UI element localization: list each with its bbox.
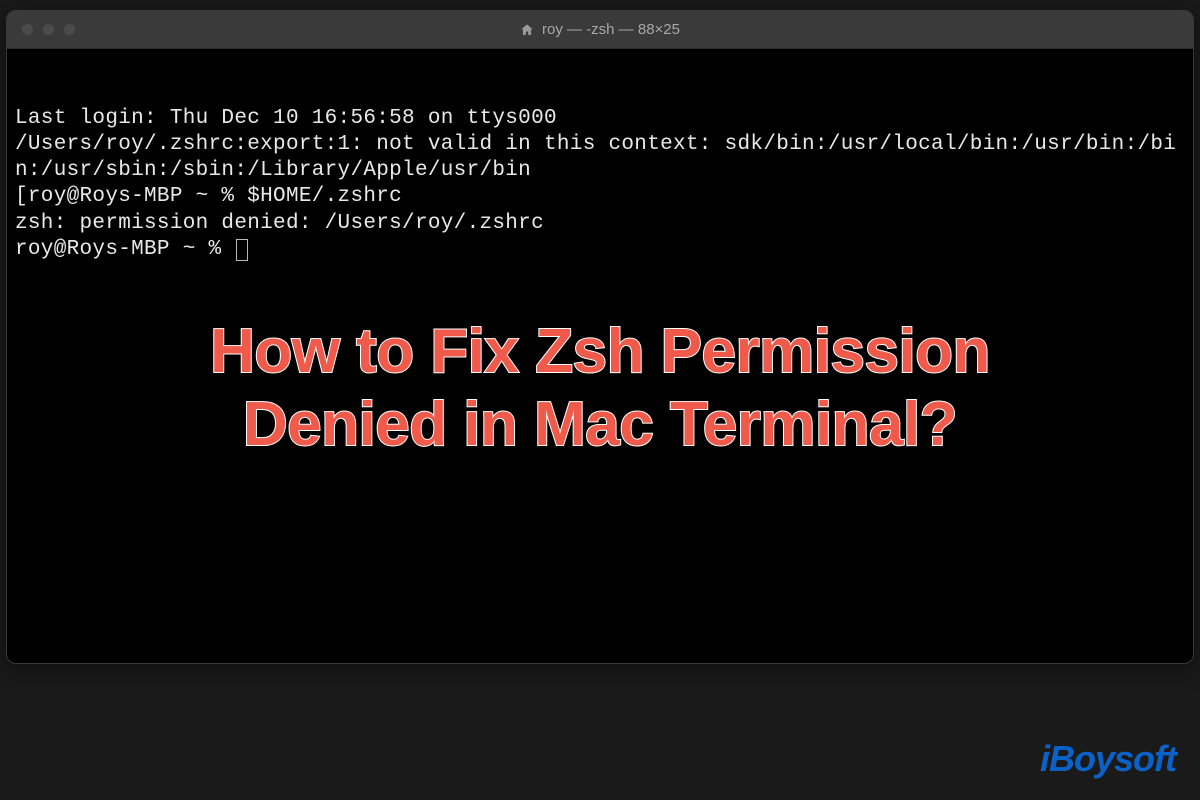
terminal-line: zsh: permission denied: /Users/roy/.zshr… xyxy=(15,211,1185,237)
overlay-heading-line1: How to Fix Zsh Permission xyxy=(0,315,1200,388)
overlay-heading: How to Fix Zsh Permission Denied in Mac … xyxy=(0,315,1200,461)
home-icon xyxy=(520,23,534,37)
terminal-prompt: roy@Roys-MBP ~ % xyxy=(15,238,234,261)
cursor xyxy=(236,239,248,261)
window-title-area: roy — -zsh — 88×25 xyxy=(520,21,680,38)
terminal-line: /Users/roy/.zshrc:export:1: not valid in… xyxy=(15,132,1185,185)
terminal-line: [roy@Roys-MBP ~ % $HOME/.zshrc xyxy=(15,184,1185,210)
maximize-button[interactable] xyxy=(63,23,76,36)
close-button[interactable] xyxy=(21,23,34,36)
traffic-lights xyxy=(7,23,76,36)
terminal-line: Last login: Thu Dec 10 16:56:58 on ttys0… xyxy=(15,106,1185,132)
minimize-button[interactable] xyxy=(42,23,55,36)
watermark-logo: iBoysoft xyxy=(1040,738,1176,780)
titlebar[interactable]: roy — -zsh — 88×25 xyxy=(7,11,1193,49)
overlay-heading-line2: Denied in Mac Terminal? xyxy=(0,388,1200,461)
watermark-text: iBoysoft xyxy=(1040,738,1176,779)
window-title: roy — -zsh — 88×25 xyxy=(542,21,680,38)
